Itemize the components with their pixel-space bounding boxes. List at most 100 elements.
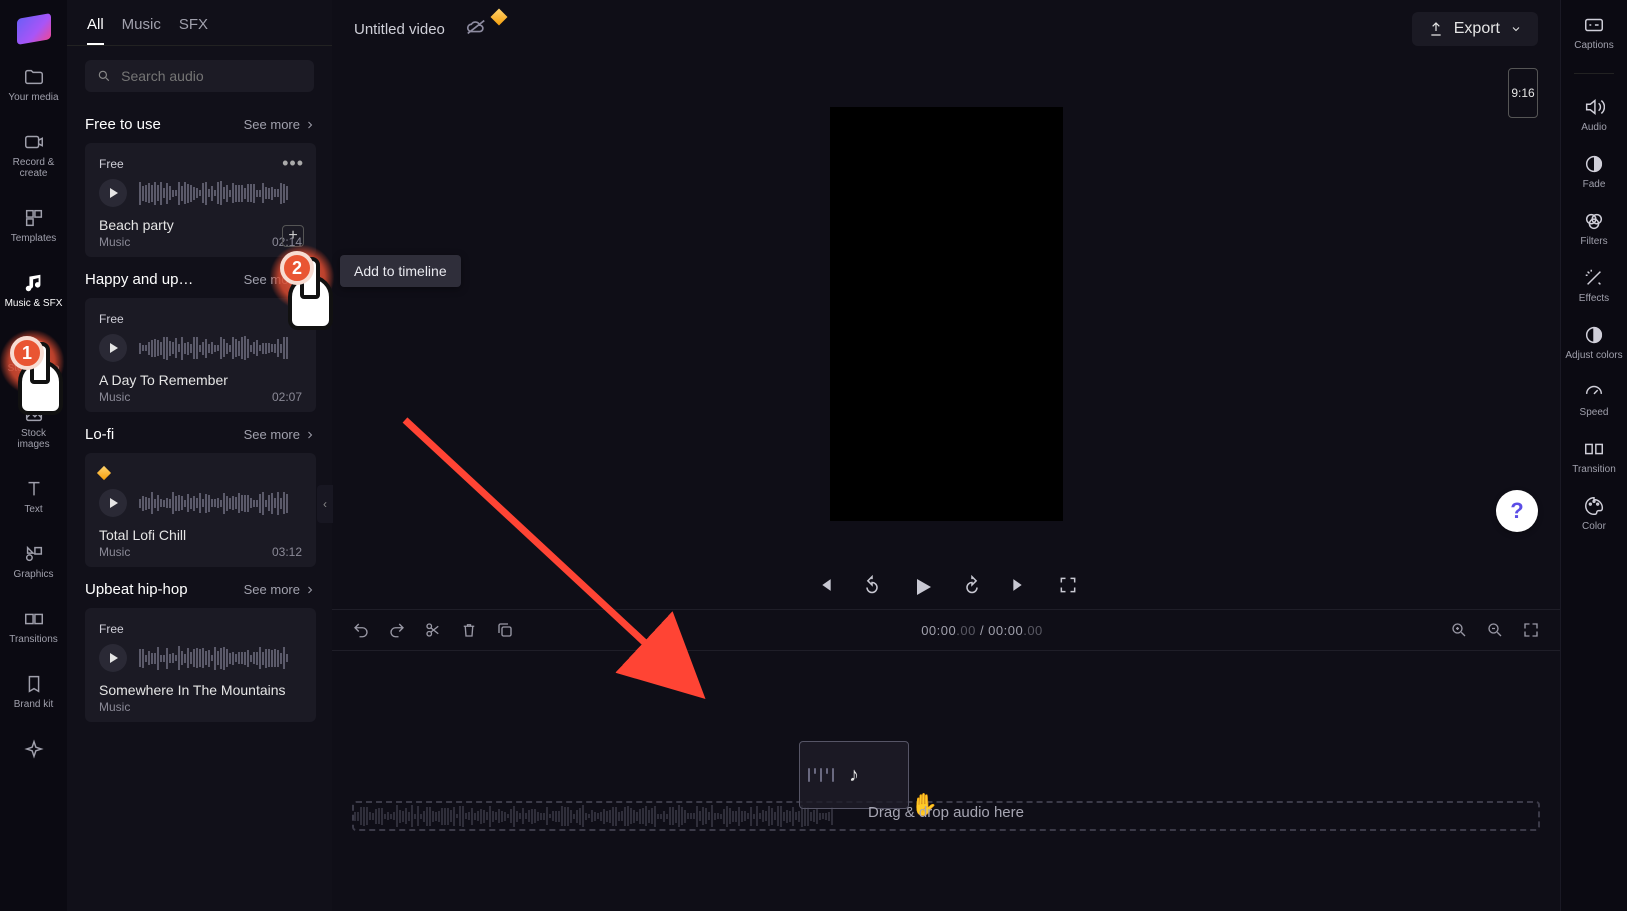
zoom-in-icon[interactable] bbox=[1450, 621, 1468, 639]
section-title: Happy and up… bbox=[85, 271, 193, 288]
premium-badge-icon bbox=[99, 467, 109, 481]
play-button[interactable] bbox=[99, 644, 127, 672]
play-button[interactable] bbox=[99, 489, 127, 517]
track-duration: 03:12 bbox=[272, 545, 302, 559]
prop-transition[interactable]: Transition bbox=[1572, 438, 1616, 475]
play-button[interactable] bbox=[99, 179, 127, 207]
search-input[interactable] bbox=[121, 68, 302, 84]
prop-filters[interactable]: Filters bbox=[1580, 210, 1607, 247]
nav-graphics[interactable]: Graphics bbox=[4, 539, 64, 584]
right-property-rail: Captions Audio Fade Filters Effects Adju… bbox=[1560, 0, 1627, 911]
audio-tabs: All Music SFX bbox=[67, 10, 332, 46]
nav-templates[interactable]: Templates bbox=[4, 203, 64, 248]
add-to-timeline-button[interactable]: + bbox=[282, 225, 304, 247]
nav-your-media[interactable]: Your media bbox=[4, 62, 64, 107]
forward-icon[interactable] bbox=[962, 575, 982, 595]
help-button[interactable]: ? bbox=[1496, 490, 1538, 532]
prop-captions[interactable]: Captions bbox=[1574, 14, 1613, 51]
free-badge: Free bbox=[99, 157, 124, 171]
nav-brand-kit[interactable]: Brand kit bbox=[4, 669, 64, 714]
split-icon[interactable] bbox=[424, 621, 442, 639]
see-more-link[interactable]: See more bbox=[244, 582, 316, 597]
upload-icon bbox=[1428, 21, 1444, 37]
cloud-status-icon bbox=[465, 19, 487, 40]
fade-icon bbox=[1583, 153, 1605, 175]
play-icon[interactable] bbox=[910, 575, 934, 599]
delete-icon[interactable] bbox=[460, 621, 478, 639]
project-title[interactable]: Untitled video bbox=[354, 21, 445, 38]
prop-color[interactable]: Color bbox=[1582, 495, 1606, 532]
nav-transitions[interactable]: Transitions bbox=[4, 604, 64, 649]
duplicate-icon[interactable] bbox=[496, 621, 514, 639]
magic-wand-icon bbox=[1583, 267, 1605, 289]
prop-speed[interactable]: Speed bbox=[1580, 381, 1609, 418]
skip-end-icon[interactable] bbox=[1010, 575, 1030, 595]
redo-icon[interactable] bbox=[388, 621, 406, 639]
drop-audio-label: Drag & drop audio here bbox=[868, 804, 1024, 821]
see-more-link[interactable]: See more bbox=[244, 272, 316, 287]
tab-all[interactable]: All bbox=[87, 10, 104, 45]
nav-record-create[interactable]: Record & create bbox=[4, 127, 64, 183]
play-button[interactable] bbox=[99, 334, 127, 362]
prop-adjust-colors[interactable]: Adjust colors bbox=[1565, 324, 1622, 361]
main-workspace: ‹ 9:16 00:00.00 / 00:00.0 bbox=[332, 58, 1560, 911]
section-title: Free to use bbox=[85, 116, 161, 133]
zoom-out-icon[interactable] bbox=[1486, 621, 1504, 639]
video-canvas[interactable] bbox=[830, 107, 1063, 521]
nav-label: Your media bbox=[8, 92, 58, 103]
nav-music-sfx[interactable]: Music & SFX bbox=[4, 268, 64, 313]
add-to-timeline-tooltip: Add to timeline bbox=[340, 255, 461, 287]
preview-area: 9:16 bbox=[332, 58, 1560, 569]
audio-track-card[interactable]: Total Lofi Chill Music03:12 bbox=[85, 453, 316, 567]
nav-label: Stock video bbox=[8, 363, 60, 374]
waveform-preview bbox=[139, 644, 302, 672]
track-name: A Day To Remember bbox=[99, 372, 302, 388]
captions-icon bbox=[1583, 14, 1605, 36]
track-type: Music bbox=[99, 390, 130, 404]
track-name: Total Lofi Chill bbox=[99, 527, 302, 543]
nav-label: Brand kit bbox=[14, 699, 53, 710]
rewind-icon[interactable] bbox=[862, 575, 882, 595]
speaker-icon bbox=[1583, 96, 1605, 118]
audio-track-card[interactable]: Free A Day To Remember Music02:07 bbox=[85, 298, 316, 412]
tab-music[interactable]: Music bbox=[122, 10, 161, 45]
timeline-canvas[interactable]: ♪ ✋ Drag & drop audio here bbox=[332, 651, 1560, 911]
aspect-ratio-chip[interactable]: 9:16 bbox=[1508, 68, 1538, 118]
tab-sfx[interactable]: SFX bbox=[179, 10, 208, 45]
waveform-preview bbox=[139, 334, 302, 362]
see-more-link[interactable]: See more bbox=[244, 117, 316, 132]
collapse-panel-handle[interactable]: ‹ bbox=[317, 485, 333, 523]
fullscreen-icon[interactable] bbox=[1058, 575, 1078, 595]
fit-icon[interactable] bbox=[1522, 621, 1540, 639]
nav-label: Record & create bbox=[4, 157, 64, 179]
prop-fade[interactable]: Fade bbox=[1583, 153, 1606, 190]
prop-audio[interactable]: Audio bbox=[1581, 96, 1607, 133]
filters-icon bbox=[1583, 210, 1605, 232]
audio-track-card[interactable]: Free Somewhere In The Mountains Music bbox=[85, 608, 316, 722]
track-more-icon[interactable]: ••• bbox=[282, 153, 304, 174]
contrast-icon bbox=[1583, 324, 1605, 346]
nav-stock-images[interactable]: Stock images bbox=[4, 398, 64, 454]
player-controls bbox=[332, 575, 1560, 599]
undo-icon[interactable] bbox=[352, 621, 370, 639]
nav-text[interactable]: Text bbox=[4, 474, 64, 519]
speed-icon bbox=[1583, 381, 1605, 403]
nav-ai[interactable] bbox=[4, 734, 64, 764]
skip-start-icon[interactable] bbox=[814, 575, 834, 595]
audio-library-panel: All Music SFX Free to use See more Free … bbox=[67, 0, 332, 911]
export-button[interactable]: Export bbox=[1412, 12, 1538, 46]
nav-label: Stock images bbox=[4, 428, 64, 450]
transition-icon bbox=[1583, 438, 1605, 460]
dragging-audio-clip: ♪ ✋ bbox=[799, 741, 909, 809]
nav-stock-video[interactable]: Stock video bbox=[4, 333, 64, 378]
waveform-preview bbox=[139, 179, 302, 207]
nav-label: Music & SFX bbox=[5, 298, 63, 309]
search-audio-box[interactable] bbox=[85, 60, 314, 92]
prop-effects[interactable]: Effects bbox=[1579, 267, 1609, 304]
see-more-link[interactable]: See more bbox=[244, 427, 316, 442]
timeline-toolbar: 00:00.00 / 00:00.00 bbox=[332, 609, 1560, 651]
track-name: Somewhere In The Mountains bbox=[99, 682, 302, 698]
top-bar: Untitled video Export bbox=[332, 0, 1560, 58]
nav-label: Graphics bbox=[13, 569, 53, 580]
audio-track-card[interactable]: Free ••• Beach party Music02:14 + bbox=[85, 143, 316, 257]
